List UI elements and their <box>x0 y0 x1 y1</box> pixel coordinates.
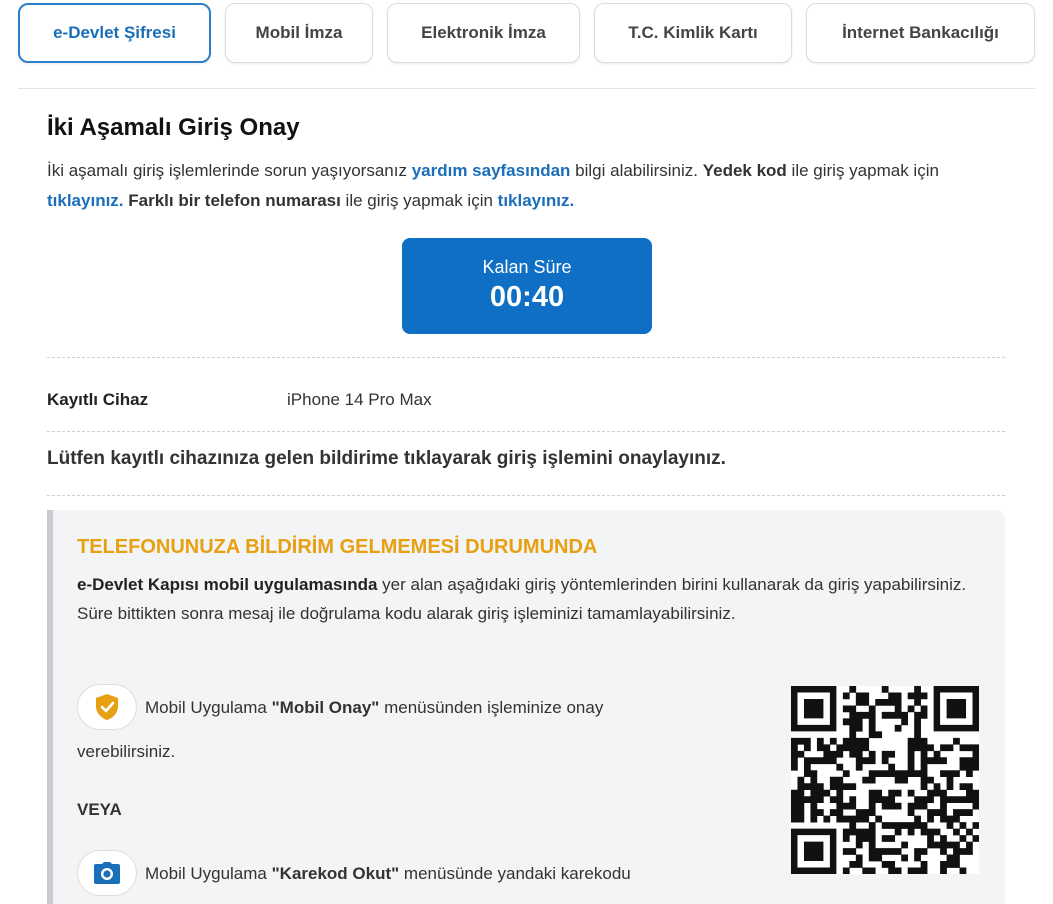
main-content: İki Aşamalı Giriş Onay İki aşamalı giriş… <box>47 112 1005 496</box>
qr-code-icon <box>791 686 979 874</box>
backup-code-link[interactable]: tıklayınız. <box>47 191 124 210</box>
or-label: VEYA <box>77 800 122 819</box>
page-title: İki Aşamalı Giriş Onay <box>47 114 300 141</box>
tabs-divider <box>18 88 1035 89</box>
help-page-link[interactable]: yardım sayfasından <box>412 161 571 180</box>
divider <box>47 431 1005 432</box>
tab-elektronik-imza[interactable]: Elektronik İmza <box>387 3 580 63</box>
camera-icon <box>77 850 137 896</box>
info-title: TELEFONUNUZA BİLDİRİM GELMEMESİ DURUMUND… <box>77 536 598 558</box>
tab-mobil-imza[interactable]: Mobil İmza <box>225 3 373 63</box>
tab-edevlet-sifresi[interactable]: e-Devlet Şifresi <box>18 3 211 63</box>
timer-value: 00:40 <box>489 281 565 313</box>
other-phone-link[interactable]: tıklayınız. <box>498 191 575 210</box>
divider <box>47 357 1005 358</box>
tab-tc-kimlik-karti[interactable]: T.C. Kimlik Kartı <box>594 3 792 63</box>
timer-label: Kalan Süre <box>482 257 572 277</box>
login-method-tabs: e-Devlet Şifresi Mobil İmza Elektronik İ… <box>18 3 1035 63</box>
info-text: e-Devlet Kapısı mobil uygulamasında yer … <box>77 575 967 623</box>
intro-text: İki aşamalı giriş işlemlerinde sorun yaş… <box>47 161 939 210</box>
countdown-timer: Kalan Süre 00:40 <box>402 238 652 334</box>
registered-device-row: Kayıtlı Cihaz iPhone 14 Pro Max <box>47 388 432 412</box>
tab-internet-bankaciligi[interactable]: İnternet Bankacılığı <box>806 3 1035 63</box>
no-notification-info-box: TELEFONUNUZA BİLDİRİM GELMEMESİ DURUMUND… <box>47 510 1005 904</box>
divider <box>47 495 1005 496</box>
device-label: Kayıtlı Cihaz <box>47 390 149 409</box>
shield-check-icon <box>77 684 137 730</box>
approval-instruction: Lütfen kayıtlı cihazınıza gelen bildirim… <box>47 448 726 469</box>
device-value: iPhone 14 Pro Max <box>287 390 432 409</box>
